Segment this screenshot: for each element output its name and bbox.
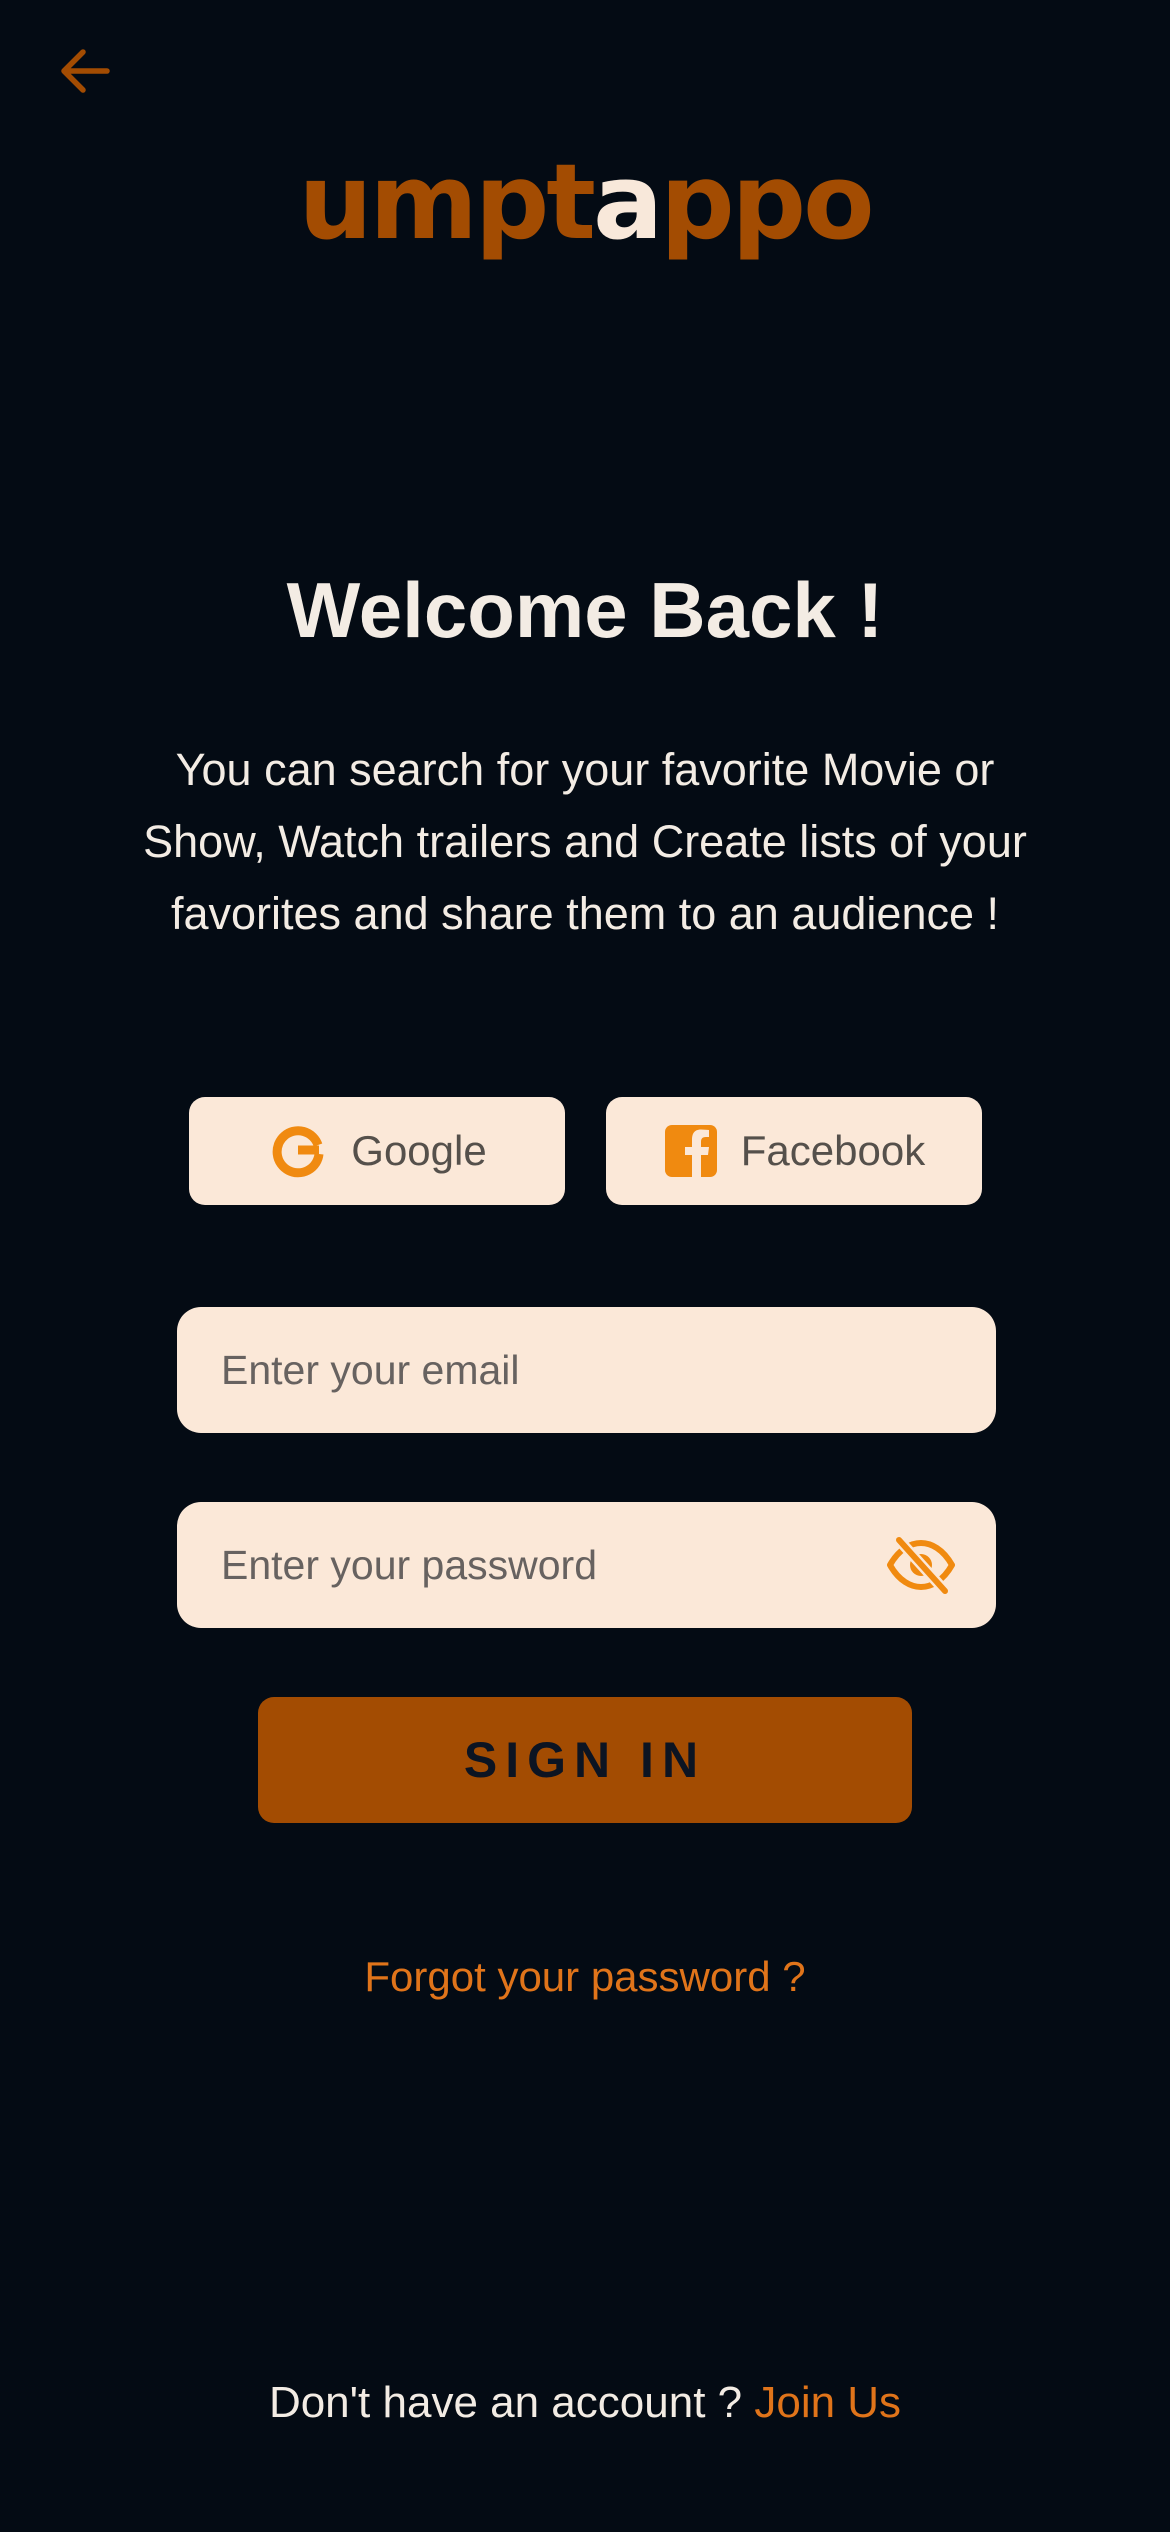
facebook-icon: [664, 1125, 717, 1179]
join-us-link[interactable]: Join Us: [754, 2378, 901, 2427]
page-title: Welcome Back !: [286, 566, 884, 654]
signup-prompt: Don't have an account ? Join Us: [0, 2378, 1170, 2428]
logo-part-1: umpt: [298, 141, 596, 263]
password-field: [177, 1502, 996, 1628]
google-icon: [272, 1126, 324, 1178]
logo-part-2: a: [593, 141, 663, 263]
google-label: Google: [351, 1127, 487, 1174]
welcome-subtitle: You can search for your favorite Movie o…: [143, 744, 1027, 939]
app-logo: umptappo: [0, 150, 1170, 254]
password-visibility-toggle[interactable]: [886, 1530, 956, 1600]
logo-part-3: ppo: [660, 141, 874, 263]
facebook-signin-button[interactable]: Facebook: [606, 1097, 982, 1205]
facebook-label: Facebook: [740, 1127, 926, 1174]
email-input[interactable]: [221, 1346, 952, 1394]
arrow-left-icon: [61, 49, 110, 93]
google-signin-button[interactable]: Google: [189, 1097, 565, 1205]
sign-in-button[interactable]: SIGN IN: [258, 1697, 912, 1823]
password-input[interactable]: [221, 1541, 886, 1589]
eye-off-icon: [887, 1535, 955, 1595]
back-button[interactable]: [50, 36, 120, 106]
signup-prompt-text: Don't have an account ?: [268, 2378, 743, 2427]
email-field: [177, 1307, 996, 1433]
forgot-password-link[interactable]: Forgot your password ?: [0, 1953, 1170, 2001]
